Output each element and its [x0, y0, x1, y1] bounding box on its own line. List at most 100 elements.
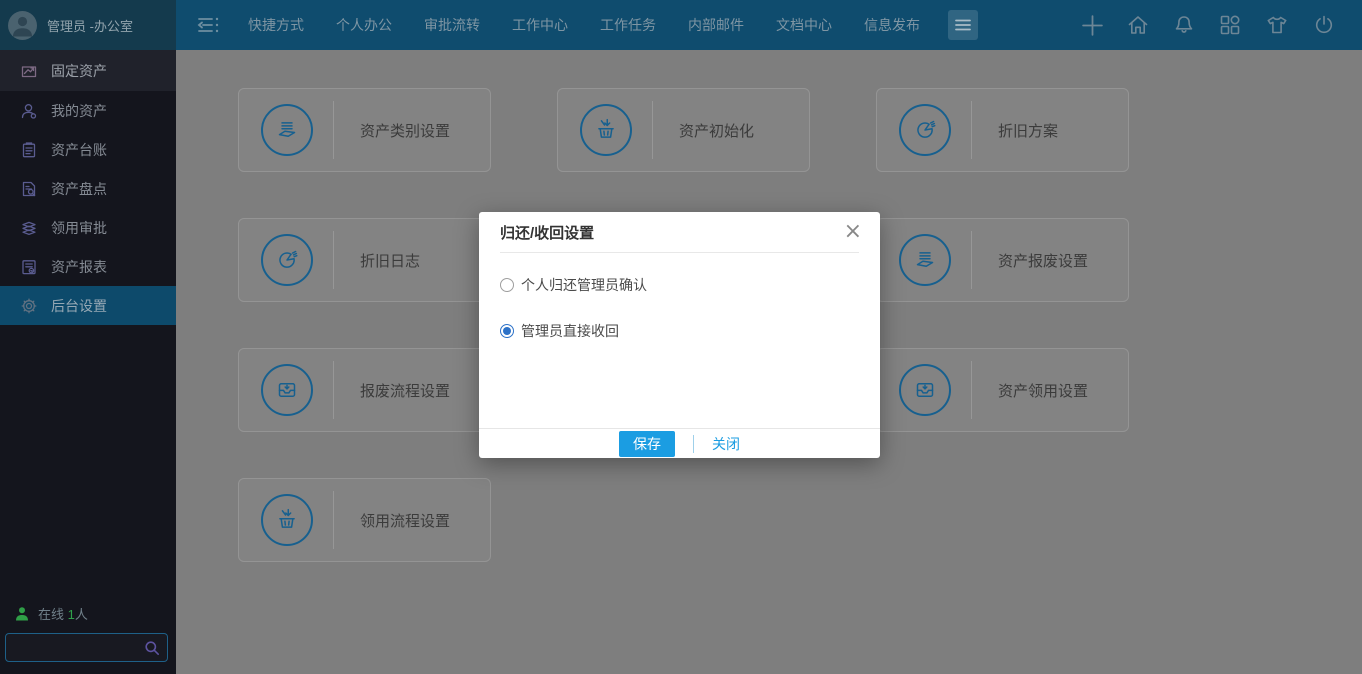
- nav-item-work-center[interactable]: 工作中心: [496, 0, 584, 50]
- nav-item-document-center[interactable]: 文档中心: [760, 0, 848, 50]
- theme-shirt-icon[interactable]: [1264, 13, 1290, 37]
- sidebar: 固定资产 我的资产 资产台账: [0, 50, 176, 674]
- main-nav: 快捷方式 个人办公 审批流转 工作中心 工作任务 内部邮件 文档中心 信息发布: [232, 0, 936, 50]
- card-divider: [971, 231, 972, 289]
- sidebar-item-label: 后台设置: [51, 296, 107, 316]
- card-divider: [652, 101, 653, 159]
- sidebar-item-label: 资产报表: [51, 257, 107, 277]
- save-button[interactable]: 保存: [619, 431, 675, 457]
- radio-option-personal-return[interactable]: 个人归还管理员确认: [500, 275, 859, 295]
- inbox-download-icon: [261, 364, 313, 416]
- avatar: [8, 11, 37, 40]
- card-divider: [971, 361, 972, 419]
- pie-chart-icon: [261, 234, 313, 286]
- card-asset-scrap-settings[interactable]: 资产报废设置: [876, 218, 1129, 302]
- layers-hand-icon: [261, 104, 313, 156]
- sidebar-item-requisition-approval[interactable]: 领用审批: [0, 208, 176, 247]
- sidebar-item-my-assets[interactable]: 我的资产: [0, 91, 176, 130]
- basket-download-icon: [580, 104, 632, 156]
- online-text: 在线 1人: [38, 604, 88, 623]
- online-count: 1: [68, 607, 75, 622]
- sidebar-item-label: 资产盘点: [51, 179, 107, 199]
- online-status: 在线 1人: [0, 604, 176, 633]
- sidebar-item-label: 资产台账: [51, 140, 107, 160]
- card-asset-initialization[interactable]: 资产初始化: [557, 88, 810, 172]
- sidebar-item-label: 我的资产: [51, 101, 107, 121]
- card-requisition-process-settings[interactable]: 领用流程设置: [238, 478, 491, 562]
- topbar: 管理员 -办公室 快捷方式 个人办公 审批流转 工作中心 工作任务 内部邮件 文…: [0, 0, 1362, 50]
- radio-selected-icon[interactable]: [500, 324, 514, 338]
- layers-icon: [20, 219, 38, 237]
- card-label: 资产初始化: [679, 120, 754, 141]
- nav-item-work-tasks[interactable]: 工作任务: [584, 0, 672, 50]
- radio-unselected-icon[interactable]: [500, 278, 514, 292]
- inbox-download-icon: [899, 364, 951, 416]
- close-icon[interactable]: ×: [844, 222, 862, 242]
- card-asset-category-settings[interactable]: 资产类别设置: [238, 88, 491, 172]
- fixed-assets-icon: [20, 62, 38, 80]
- return-recover-settings-dialog: 归还/收回设置 × 个人归还管理员确认 管理员直接收回 保存 关闭: [479, 212, 880, 458]
- search-icon[interactable]: [144, 640, 160, 656]
- card-label: 领用流程设置: [360, 510, 450, 531]
- topbar-icons: [1081, 13, 1362, 37]
- footer-divider: [693, 435, 694, 453]
- sidebar-item-backend-settings[interactable]: 后台设置: [0, 286, 176, 325]
- sidebar-item-asset-ledger[interactable]: 资产台账: [0, 130, 176, 169]
- sidebar-item-asset-inventory[interactable]: 资产盘点: [0, 169, 176, 208]
- card-asset-requisition-settings[interactable]: 资产领用设置: [876, 348, 1129, 432]
- dialog-header: 归还/收回设置 ×: [479, 212, 880, 252]
- pie-chart-icon: [899, 104, 951, 156]
- person-icon: [20, 102, 38, 120]
- card-divider: [333, 361, 334, 419]
- dialog-footer: 保存 关闭: [479, 428, 880, 458]
- nav-item-personal-office[interactable]: 个人办公: [320, 0, 408, 50]
- card-label: 折旧日志: [360, 250, 420, 271]
- radio-label: 个人归还管理员确认: [521, 275, 647, 295]
- report-icon: [20, 258, 38, 276]
- sidebar-item-label: 领用审批: [51, 218, 107, 238]
- plus-icon[interactable]: [1081, 14, 1104, 37]
- card-label: 折旧方案: [998, 120, 1058, 141]
- doc-search-icon: [20, 180, 38, 198]
- card-label: 资产报废设置: [998, 250, 1088, 271]
- card-divider: [333, 231, 334, 289]
- user-area[interactable]: 管理员 -办公室: [0, 0, 176, 50]
- layers-hand-icon: [899, 234, 951, 286]
- card-depreciation-plan[interactable]: 折旧方案: [876, 88, 1129, 172]
- card-depreciation-log[interactable]: 折旧日志: [238, 218, 491, 302]
- nav-item-shortcuts[interactable]: 快捷方式: [232, 0, 320, 50]
- card-divider: [333, 101, 334, 159]
- menu-toggle-icon[interactable]: [196, 15, 222, 35]
- app-root: 管理员 -办公室 快捷方式 个人办公 审批流转 工作中心 工作任务 内部邮件 文…: [0, 0, 1362, 674]
- gear-icon: [20, 297, 38, 315]
- apps-icon[interactable]: [1218, 13, 1242, 37]
- card-label: 资产类别设置: [360, 120, 450, 141]
- close-button[interactable]: 关闭: [712, 434, 740, 454]
- dialog-title: 归还/收回设置: [500, 222, 594, 243]
- nav-item-approval-flow[interactable]: 审批流转: [408, 0, 496, 50]
- radio-option-admin-recover[interactable]: 管理员直接收回: [500, 321, 859, 341]
- bell-icon[interactable]: [1172, 13, 1196, 37]
- user-name: 管理员 -办公室: [47, 16, 133, 35]
- sidebar-item-asset-reports[interactable]: 资产报表: [0, 247, 176, 286]
- sidebar-module-header[interactable]: 固定资产: [0, 50, 176, 91]
- power-icon[interactable]: [1312, 13, 1336, 37]
- basket-download-icon: [261, 494, 313, 546]
- dialog-body: 个人归还管理员确认 管理员直接收回: [479, 253, 880, 341]
- search-input[interactable]: [6, 634, 167, 661]
- nav-item-internal-mail[interactable]: 内部邮件: [672, 0, 760, 50]
- more-menus-button[interactable]: [948, 10, 978, 40]
- sidebar-spacer: [0, 325, 176, 604]
- home-icon[interactable]: [1126, 13, 1150, 37]
- hamburger-icon: [954, 16, 972, 34]
- nav-item-info-publish[interactable]: 信息发布: [848, 0, 936, 50]
- radio-label: 管理员直接收回: [521, 321, 619, 341]
- clipboard-icon: [20, 141, 38, 159]
- sidebar-search: [5, 633, 168, 662]
- card-scrap-process-settings[interactable]: 报废流程设置: [238, 348, 491, 432]
- card-label: 资产领用设置: [998, 380, 1088, 401]
- card-label: 报废流程设置: [360, 380, 450, 401]
- card-divider: [971, 101, 972, 159]
- card-divider: [333, 491, 334, 549]
- sidebar-module-label: 固定资产: [51, 61, 107, 81]
